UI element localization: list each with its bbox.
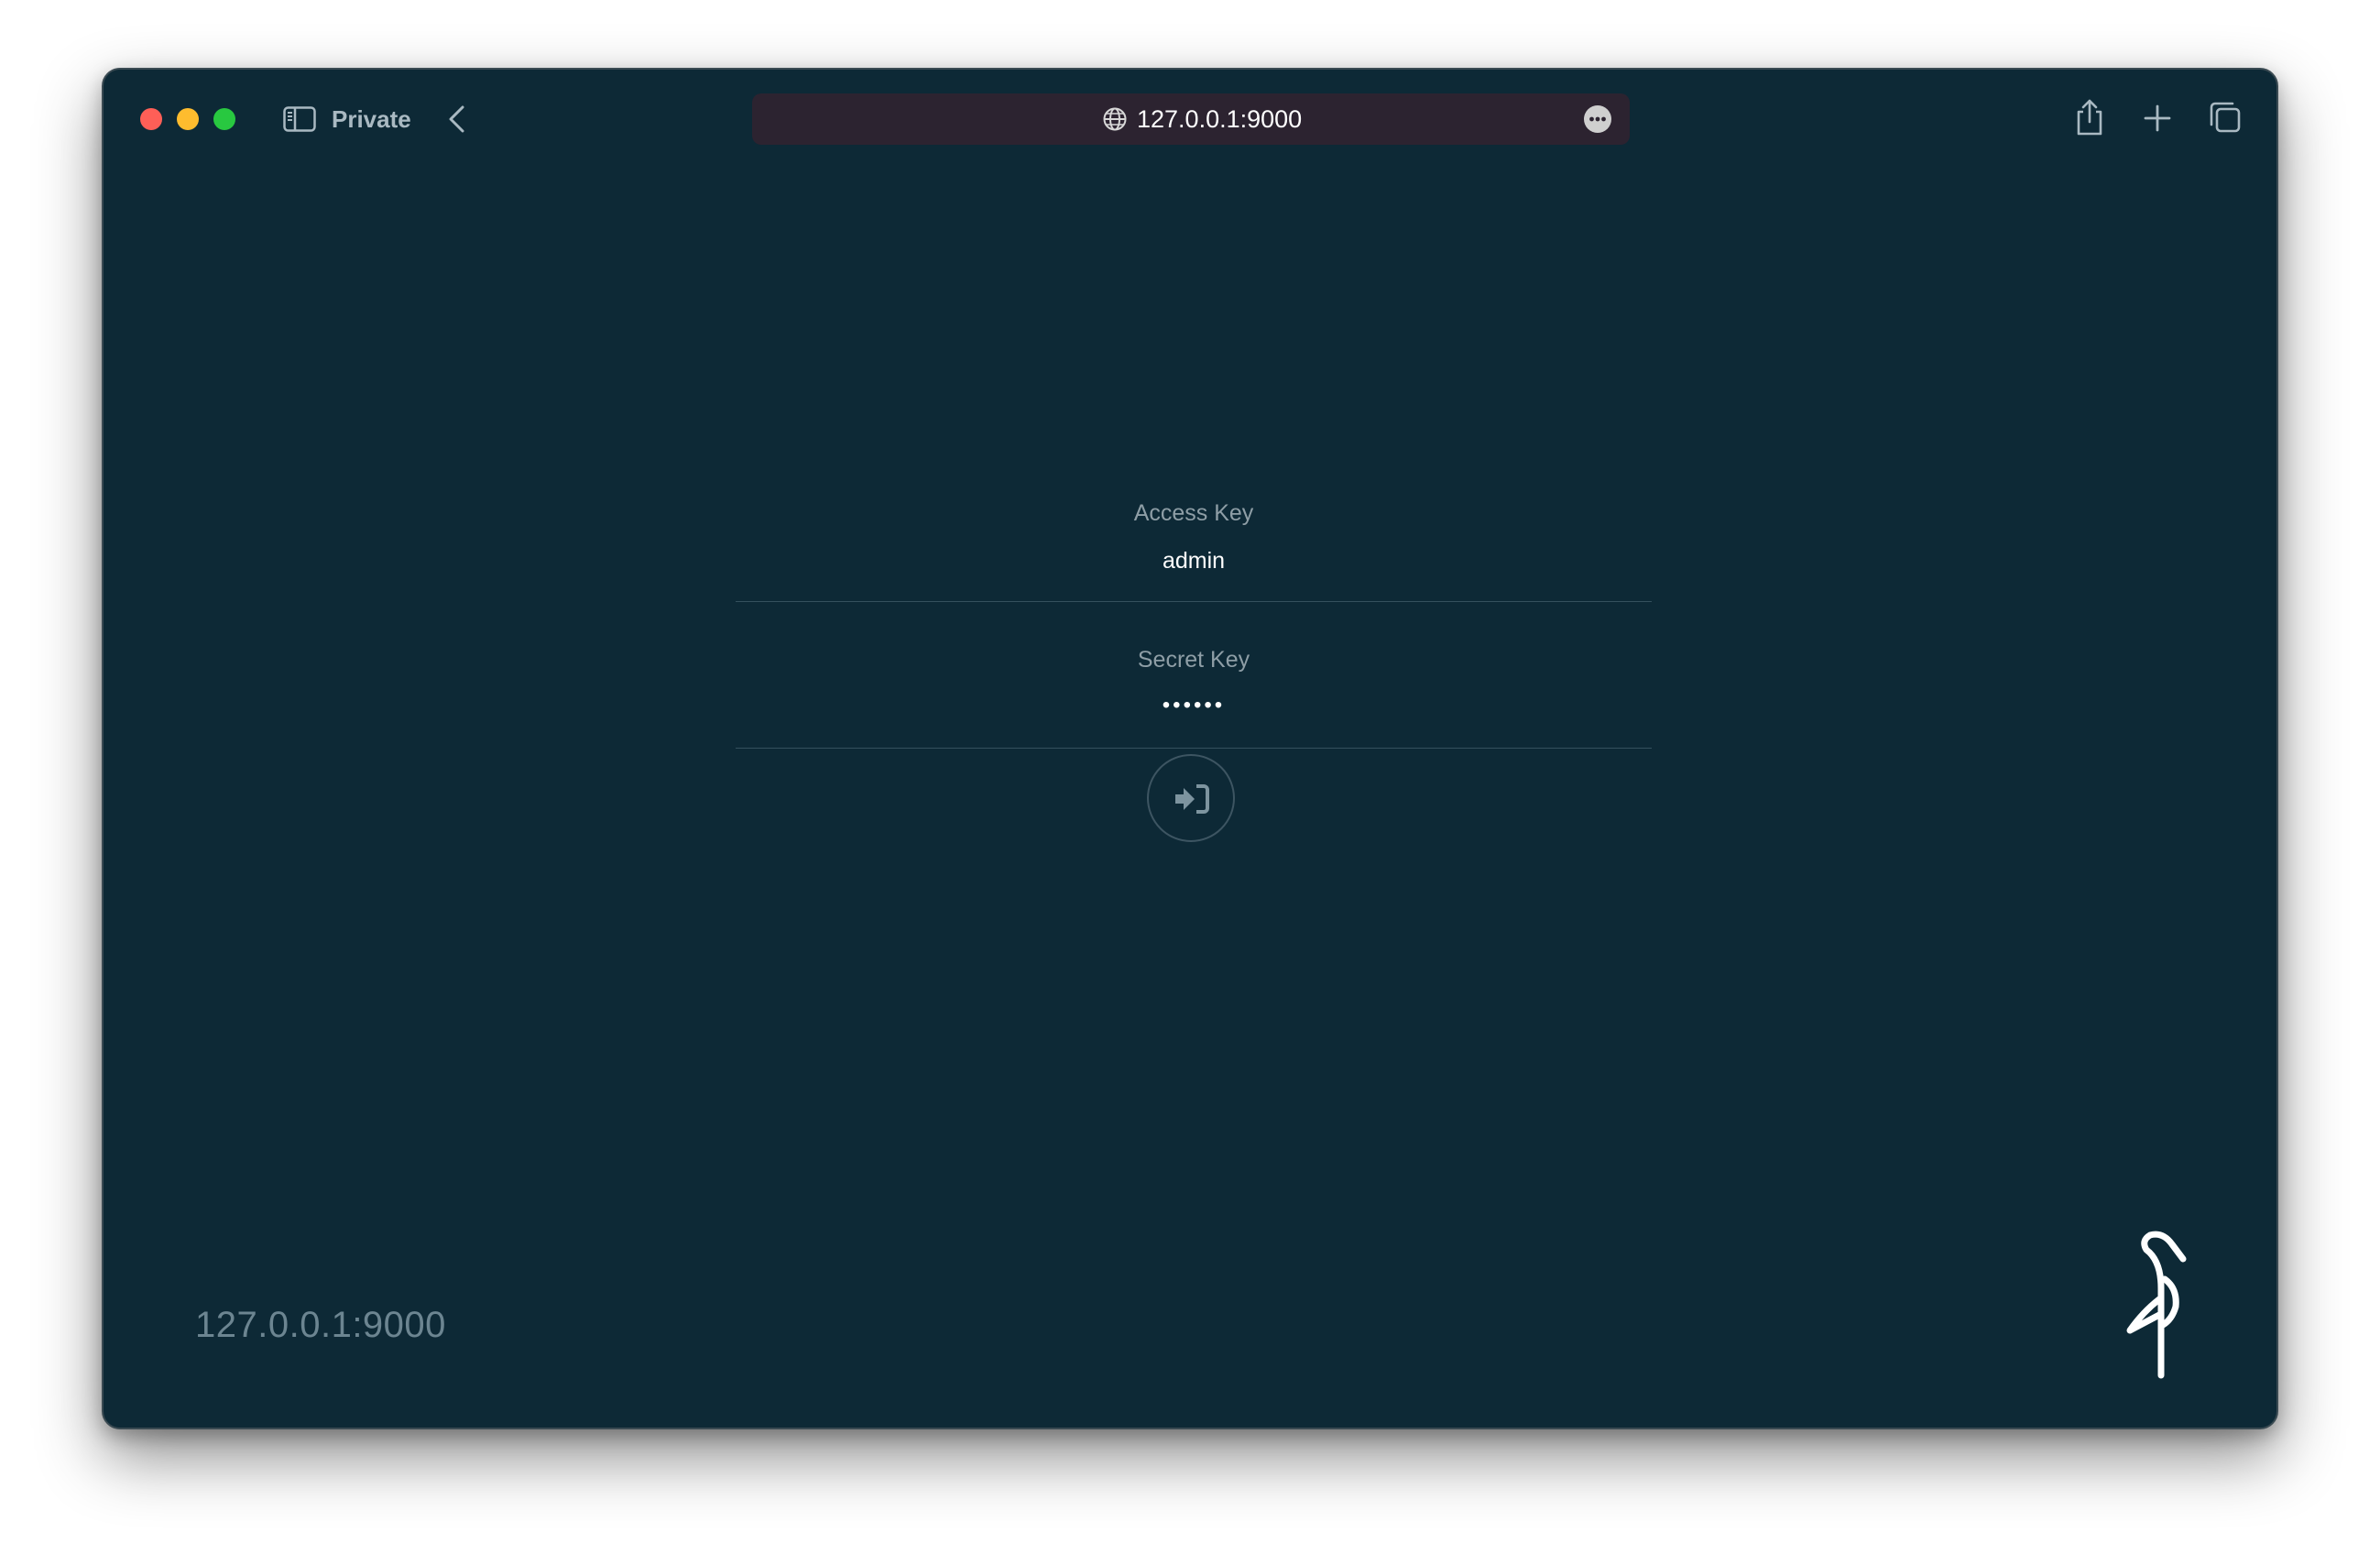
more-icon[interactable] [1584,105,1611,133]
secret-key-field[interactable]: Secret Key •••••• [736,601,1652,749]
share-icon[interactable] [2071,97,2108,137]
private-mode-label: Private [332,105,411,133]
login-submit-button[interactable] [1147,754,1235,842]
tab-overview-icon[interactable] [2207,97,2244,137]
address-bar[interactable]: 127.0.0.1:9000 [752,93,1630,145]
globe-icon [1102,106,1128,132]
close-window-button[interactable] [140,108,162,130]
browser-window: Private 127.0.0.1:9000 Access Key admin … [102,68,2278,1429]
url-text[interactable]: 127.0.0.1:9000 [1137,104,1302,134]
minio-bird-logo [2112,1224,2203,1380]
zoom-window-button[interactable] [213,108,235,130]
secret-key-label: Secret Key [1137,647,1250,673]
back-icon[interactable] [444,104,470,134]
new-tab-icon[interactable] [2139,97,2176,137]
sign-in-icon [1175,784,1209,814]
access-key-input[interactable]: admin [736,548,1652,575]
server-host-label: 127.0.0.1:9000 [195,1305,446,1345]
access-key-label: Access Key [1133,500,1254,526]
secret-key-input[interactable]: •••••• [736,693,1652,718]
sidebar-icon[interactable] [283,106,316,132]
title-bar: Private 127.0.0.1:9000 [104,70,2276,165]
minimize-window-button[interactable] [177,108,199,130]
access-key-field[interactable]: Access Key admin [736,418,1652,602]
